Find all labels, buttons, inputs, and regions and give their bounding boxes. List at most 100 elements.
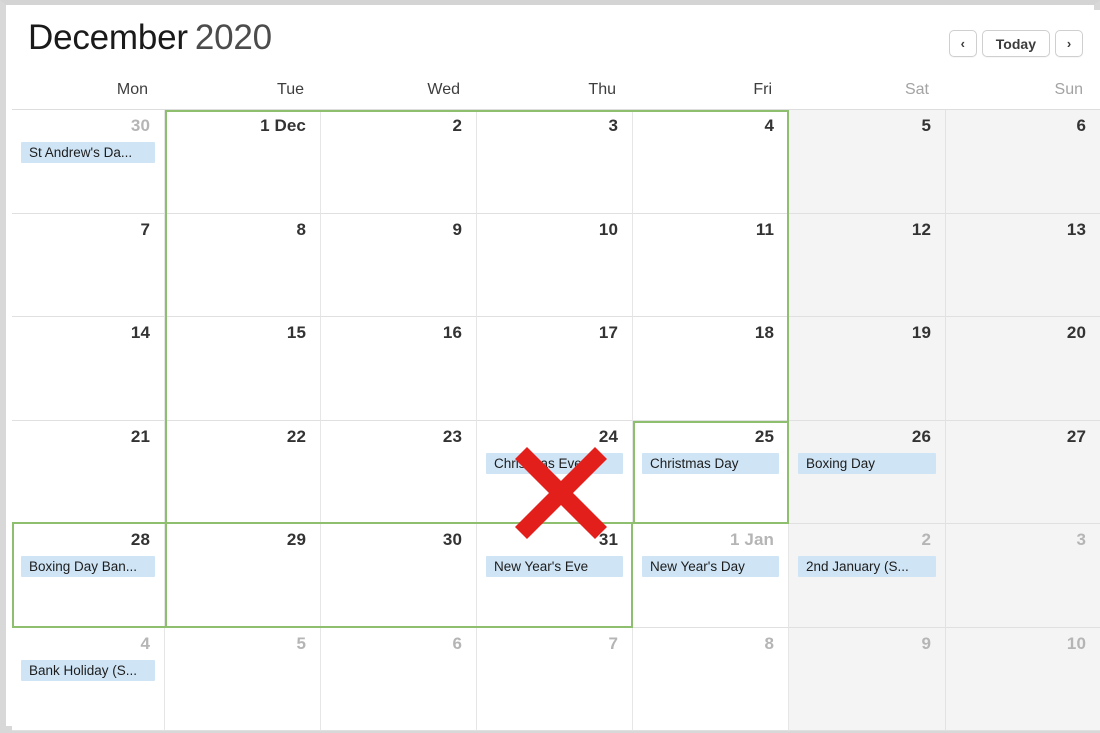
event-chip[interactable]: Boxing Day — [798, 452, 936, 474]
event-chip[interactable]: Christmas Day — [642, 452, 779, 474]
day-cell[interactable]: 29 — [165, 524, 321, 628]
event-chip[interactable]: New Year's Day — [642, 556, 779, 577]
calendar-app: December 2020 ‹ Today › Mon Tue Wed Thu Fri Sa… — [12, 10, 1100, 731]
week-row: 7 8 9 10 11 12 13 — [12, 213, 1100, 317]
day-number: 4 — [140, 633, 150, 653]
calendar-toolbar: December 2020 ‹ Today › — [12, 10, 1100, 75]
day-cell[interactable]: 19 — [789, 317, 946, 421]
weekday-header-sun: Sun — [1054, 81, 1083, 98]
day-cell[interactable]: 3 — [477, 110, 633, 214]
day-cell[interactable]: 7 — [477, 627, 633, 731]
day-cell[interactable]: 6 — [946, 110, 1100, 214]
week-row: 28 Boxing Day Ban... 29 30 31 New Year's Eve 1… — [12, 524, 1100, 628]
today-button[interactable]: Today — [981, 30, 1050, 57]
day-cell[interactable]: 22 — [165, 420, 321, 524]
day-cell[interactable]: 26 Boxing Day — [789, 420, 946, 524]
day-cell[interactable]: 2 — [321, 110, 477, 214]
title-year: 2020 — [194, 18, 272, 57]
day-cell[interactable]: 1 Dec — [165, 110, 321, 214]
day-number: 4 — [764, 116, 774, 135]
day-number: 17 — [598, 323, 618, 342]
prev-month-button[interactable]: ‹ — [948, 30, 977, 57]
day-number: 30 — [130, 116, 150, 135]
day-cell[interactable]: 12 — [789, 213, 946, 317]
day-number: 9 — [921, 633, 931, 653]
day-number: 6 — [1076, 116, 1086, 135]
day-number: 22 — [286, 426, 306, 446]
day-cell[interactable]: 17 — [477, 317, 633, 421]
day-cell[interactable]: 15 — [165, 317, 321, 421]
day-cell[interactable]: 11 — [633, 213, 789, 317]
event-chip[interactable]: Christmas Eve — [486, 452, 623, 474]
day-cell[interactable]: 20 — [946, 317, 1100, 421]
day-cell[interactable]: 9 — [321, 213, 477, 317]
next-month-button[interactable]: › — [1055, 30, 1083, 57]
day-cell[interactable]: 30 St Andrew's Da... — [12, 110, 165, 214]
calendar-grid: 30 St Andrew's Da... 1 Dec 2 3 4 5 6 7 8 9 10 11 12 13… — [12, 109, 1100, 731]
day-cell[interactable]: 6 — [321, 627, 477, 731]
app-window-frame: December 2020 ‹ Today › Mon Tue Wed Thu Fri Sa… — [0, 0, 1100, 733]
day-cell[interactable]: 27 — [946, 420, 1100, 524]
day-cell[interactable]: 25 Christmas Day — [633, 420, 789, 524]
week-row: 30 St Andrew's Da... 1 Dec 2 3 4 5 6 — [12, 110, 1100, 214]
day-number: 16 — [442, 323, 462, 342]
day-cell[interactable]: 4 Bank Holiday (S... — [12, 627, 165, 731]
day-number: 2 — [452, 116, 462, 135]
weekday-header-fri: Fri — [753, 81, 772, 98]
day-cell[interactable]: 5 — [789, 110, 946, 214]
day-number: 5 — [296, 633, 306, 653]
event-chip[interactable]: St Andrew's Da... — [21, 142, 155, 163]
event-chip[interactable]: 2nd January (S... — [798, 556, 936, 577]
day-number: 30 — [442, 530, 462, 549]
weekday-header-sat: Sat — [904, 81, 929, 98]
day-number: 7 — [140, 219, 150, 239]
day-number: 27 — [1066, 426, 1086, 446]
day-cell[interactable]: 30 — [321, 524, 477, 628]
day-number: 26 — [911, 426, 931, 446]
day-cell[interactable]: 1 Jan New Year's Day — [633, 524, 789, 628]
day-number: 12 — [911, 219, 931, 239]
day-number: 29 — [286, 530, 306, 549]
day-number: 14 — [130, 323, 150, 342]
day-cell[interactable]: 5 — [165, 627, 321, 731]
day-cell[interactable]: 2 2nd January (S... — [789, 524, 946, 628]
day-cell[interactable]: 18 — [633, 317, 789, 421]
day-cell[interactable]: 4 — [633, 110, 789, 214]
day-number: 15 — [286, 323, 306, 342]
week-row: 4 Bank Holiday (S... 5 6 7 8 9 10 — [12, 627, 1100, 731]
day-cell[interactable]: 8 — [165, 213, 321, 317]
day-cell[interactable]: 21 — [12, 420, 165, 524]
day-cell[interactable]: 3 — [946, 524, 1100, 628]
day-cell[interactable]: 31 New Year's Eve — [477, 524, 633, 628]
day-number: 31 — [598, 530, 618, 549]
day-number: 2 — [921, 530, 931, 549]
event-chip[interactable]: Bank Holiday (S... — [21, 659, 155, 681]
day-number: 10 — [1066, 633, 1086, 653]
day-number: 20 — [1066, 323, 1086, 342]
page-title: December 2020 — [28, 18, 272, 58]
day-cell[interactable]: 24 Christmas Eve — [477, 420, 633, 524]
weekday-header-wed: Wed — [427, 81, 460, 98]
day-cell[interactable]: 16 — [321, 317, 477, 421]
day-cell[interactable]: 13 — [946, 213, 1100, 317]
event-chip[interactable]: Boxing Day Ban... — [21, 556, 155, 577]
day-number: 21 — [130, 426, 150, 446]
day-number: 7 — [608, 633, 618, 653]
day-cell[interactable]: 28 Boxing Day Ban... — [12, 524, 165, 628]
week-row: 14 15 16 17 18 19 20 — [12, 317, 1100, 421]
day-number: 6 — [452, 633, 462, 653]
day-number: 13 — [1066, 219, 1086, 239]
event-chip[interactable]: New Year's Eve — [486, 556, 623, 577]
day-cell[interactable]: 10 — [946, 627, 1100, 731]
weekday-header-tue: Tue — [277, 81, 304, 98]
day-cell[interactable]: 7 — [12, 213, 165, 317]
weekday-header-row: Mon Tue Wed Thu Fri Sat Sun — [12, 75, 1100, 109]
day-cell[interactable]: 8 — [633, 627, 789, 731]
weekday-header-thu: Thu — [588, 81, 616, 98]
day-cell[interactable]: 23 — [321, 420, 477, 524]
day-number: 8 — [296, 219, 306, 239]
day-cell[interactable]: 14 — [12, 317, 165, 421]
day-cell[interactable]: 9 — [789, 627, 946, 731]
day-cell[interactable]: 10 — [477, 213, 633, 317]
day-number: 3 — [1076, 530, 1086, 549]
